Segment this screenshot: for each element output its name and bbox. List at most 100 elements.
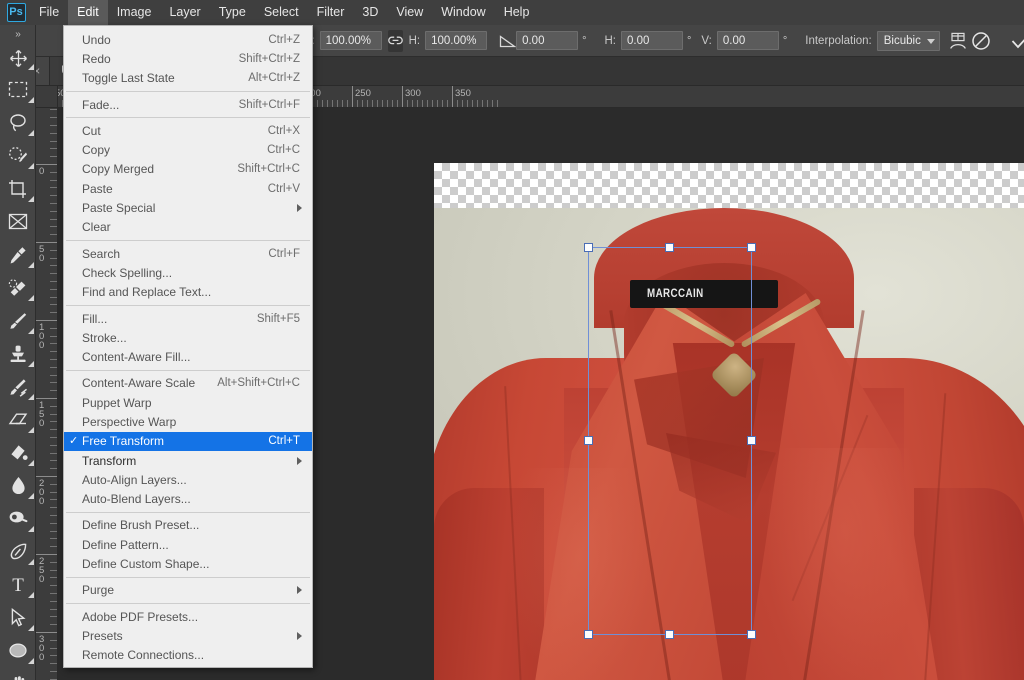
transform-handle-bottom-right[interactable]: [747, 630, 756, 639]
ellipse-shape-tool[interactable]: [0, 634, 36, 667]
ruler-tick-minor: [50, 429, 57, 431]
brush-tool[interactable]: [0, 304, 36, 337]
menu-select[interactable]: Select: [255, 0, 308, 25]
interpolation-select[interactable]: Bicubic: [876, 30, 940, 51]
submenu-arrow-icon: [297, 631, 302, 640]
menu-item-paste-special[interactable]: Paste Special: [64, 198, 312, 217]
menu-edit[interactable]: Edit: [68, 0, 108, 25]
transform-handle-middle-right[interactable]: [747, 436, 756, 445]
menu-filter[interactable]: Filter: [308, 0, 354, 25]
menu-item-auto-align-layers[interactable]: Auto-Align Layers...: [64, 470, 312, 489]
menu-bar: Ps File Edit Image Layer Type Select Filter 3D V…: [0, 0, 1024, 25]
ruler-tick-minor: [412, 100, 413, 107]
menu-item-define-pattern[interactable]: Define Pattern...: [64, 535, 312, 554]
ruler-tick-minor: [50, 171, 57, 173]
hand-tool[interactable]: [0, 667, 36, 680]
menu-file[interactable]: File: [30, 0, 68, 25]
menu-layer[interactable]: Layer: [160, 0, 209, 25]
menu-item-content-aware-fill[interactable]: Content-Aware Fill...: [64, 347, 312, 366]
width-input[interactable]: [319, 31, 382, 50]
menu-item-cut[interactable]: Cut Ctrl+X: [64, 121, 312, 140]
lasso-tool[interactable]: [0, 106, 36, 139]
menu-item-stroke[interactable]: Stroke...: [64, 328, 312, 347]
ruler-label: 0: [39, 166, 45, 177]
commit-transform-icon[interactable]: [1008, 29, 1024, 53]
transform-handle-top-right[interactable]: [747, 243, 756, 252]
history-brush-tool[interactable]: [0, 370, 36, 403]
link-chain-icon[interactable]: [387, 29, 403, 52]
menu-item-auto-blend-layers[interactable]: Auto-Blend Layers...: [64, 490, 312, 509]
horizontal-type-tool[interactable]: T: [0, 568, 36, 601]
pen-tool[interactable]: [0, 535, 36, 568]
menu-item-copy[interactable]: Copy Ctrl+C: [64, 140, 312, 159]
gradient-tool[interactable]: [0, 436, 36, 469]
transform-handle-bottom-center[interactable]: [665, 630, 674, 639]
edit-menu-dropdown[interactable]: Undo Ctrl+Z Redo Shift+Ctrl+Z Toggle Last St…: [63, 25, 313, 668]
ruler-tick-minor: [432, 100, 433, 107]
menu-item-toggle-last-state[interactable]: Toggle Last State Alt+Ctrl+Z: [64, 69, 312, 88]
menu-item-undo[interactable]: Undo Ctrl+Z: [64, 30, 312, 49]
eyedropper-tool[interactable]: [0, 238, 36, 271]
menu-item-purge[interactable]: Purge: [64, 581, 312, 600]
dodge-tool[interactable]: [0, 502, 36, 535]
menu-item-check-spelling[interactable]: Check Spelling...: [64, 263, 312, 282]
ruler-tick-minor: [50, 460, 57, 462]
menu-item-fade[interactable]: Fade... Shift+Ctrl+F: [64, 95, 312, 114]
menu-item-label: Redo: [82, 51, 111, 66]
crop-tool[interactable]: [0, 172, 36, 205]
move-tool[interactable]: [0, 43, 36, 73]
menu-item-content-aware-scale[interactable]: Content-Aware Scale Alt+Shift+Ctrl+C: [64, 374, 312, 393]
rotation-angle-input[interactable]: [516, 31, 579, 50]
path-selection-tool[interactable]: [0, 601, 36, 634]
transform-handle-bottom-left[interactable]: [584, 630, 593, 639]
warp-toggle-icon[interactable]: [948, 29, 968, 53]
transform-handle-middle-left[interactable]: [584, 436, 593, 445]
menu-item-find-and-replace-text[interactable]: Find and Replace Text...: [64, 283, 312, 302]
spot-healing-brush-tool[interactable]: [0, 271, 36, 304]
clone-stamp-tool[interactable]: [0, 337, 36, 370]
menu-item-perspective-warp[interactable]: Perspective Warp: [64, 412, 312, 431]
menu-item-clear[interactable]: Clear: [64, 218, 312, 237]
menu-item-define-brush-preset[interactable]: Define Brush Preset...: [64, 516, 312, 535]
menu-item-redo[interactable]: Redo Shift+Ctrl+Z: [64, 49, 312, 68]
eraser-tool[interactable]: [0, 403, 36, 436]
menu-item-puppet-warp[interactable]: Puppet Warp: [64, 393, 312, 412]
menu-item-fill[interactable]: Fill... Shift+F5: [64, 309, 312, 328]
object-selection-tool[interactable]: [0, 139, 36, 172]
rectangular-select-tool[interactable]: [0, 73, 36, 106]
ruler-tick-major: [36, 554, 57, 555]
vertical-ruler[interactable]: 0050100150200250300: [36, 108, 58, 680]
menu-item-copy-merged[interactable]: Copy Merged Shift+Ctrl+C: [64, 160, 312, 179]
collapse-panel-icon[interactable]: »: [0, 25, 35, 43]
skew-vertical-input[interactable]: [716, 31, 779, 50]
menu-item-define-custom-shape[interactable]: Define Custom Shape...: [64, 554, 312, 573]
menu-separator: [66, 369, 310, 371]
blur-tool[interactable]: [0, 469, 36, 502]
frame-tool[interactable]: [0, 205, 36, 238]
menu-3d[interactable]: 3D: [353, 0, 387, 25]
transform-handle-top-center[interactable]: [665, 243, 674, 252]
menu-item-free-transform[interactable]: ✓ Free Transform Ctrl+T: [64, 431, 312, 451]
menu-help[interactable]: Help: [495, 0, 539, 25]
menu-view[interactable]: View: [387, 0, 432, 25]
free-transform-selection-box[interactable]: [584, 243, 756, 639]
skew-horizontal-input[interactable]: [621, 31, 683, 50]
transform-handle-top-left[interactable]: [584, 243, 593, 252]
skew-vertical-label: V:: [701, 34, 712, 47]
height-input[interactable]: [425, 31, 488, 50]
menu-window[interactable]: Window: [432, 0, 494, 25]
menu-image[interactable]: Image: [108, 0, 161, 25]
menu-item-adobe-pdf-presets[interactable]: Adobe PDF Presets...: [64, 607, 312, 626]
menu-item-label: Remote Connections...: [82, 648, 205, 663]
cancel-transform-icon[interactable]: [968, 29, 994, 53]
menu-item-remote-connections[interactable]: Remote Connections...: [64, 646, 312, 665]
ruler-corner[interactable]: [36, 86, 58, 108]
menu-item-search[interactable]: Search Ctrl+F: [64, 244, 312, 263]
menu-type[interactable]: Type: [210, 0, 255, 25]
ruler-tick-minor: [50, 351, 57, 353]
chevron-down-icon: [926, 38, 935, 44]
menu-item-presets[interactable]: Presets: [64, 626, 312, 645]
ruler-tick-minor: [357, 100, 358, 107]
menu-item-transform[interactable]: Transform: [64, 451, 312, 470]
menu-item-paste[interactable]: Paste Ctrl+V: [64, 179, 312, 198]
